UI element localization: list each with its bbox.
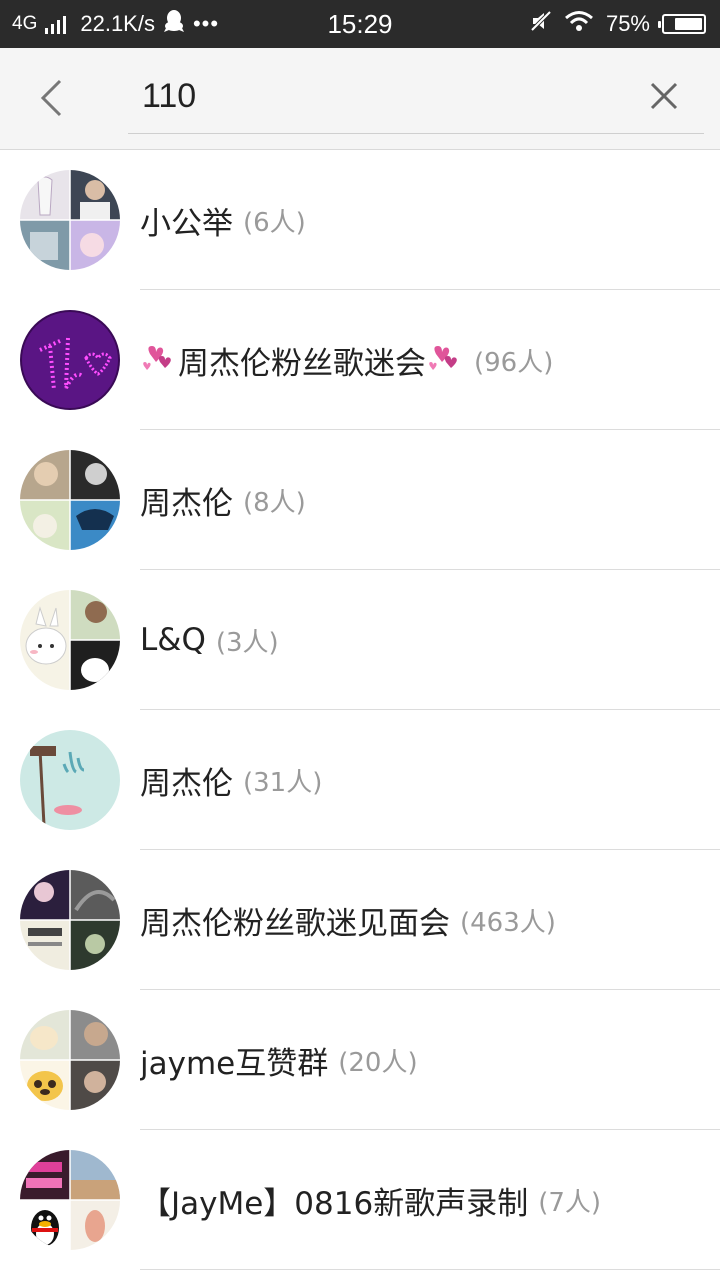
clear-button[interactable]	[642, 74, 686, 118]
network-speed: 22.1K/s	[80, 11, 155, 36]
member-count: (7人)	[538, 1187, 602, 1218]
status-right: 75%	[530, 0, 706, 48]
battery-level	[675, 18, 702, 30]
wifi-icon	[564, 10, 594, 39]
item-text: 周杰伦粉丝歌迷见面会 (463人)	[140, 850, 700, 990]
group-name: jayme互赞群	[140, 1045, 329, 1082]
member-count: (463人)	[460, 907, 556, 938]
list-item[interactable]: L&Q (3人)	[0, 570, 720, 710]
group-name: 周杰伦	[140, 765, 233, 802]
group-name: 小公举	[140, 205, 233, 242]
hearts-icon	[140, 340, 178, 380]
group-name: L&Q	[140, 622, 206, 658]
item-text: 小公举 (6人)	[140, 150, 700, 290]
search-input[interactable]	[142, 68, 622, 124]
member-count: (6人)	[243, 207, 306, 238]
status-left: 4G 22.1K/s •••	[12, 0, 219, 48]
item-text: 周杰伦 (8人)	[140, 430, 700, 570]
group-results-list: 小公举 (6人) 周杰伦粉丝歌迷会 (96人) 周杰伦 (8人) L&Q (3人…	[0, 150, 720, 1270]
list-item[interactable]: 周杰伦 (8人)	[0, 430, 720, 570]
avatar	[20, 170, 120, 270]
list-item[interactable]: 小公举 (6人)	[0, 150, 720, 290]
qq-icon	[163, 9, 185, 40]
mute-icon	[530, 10, 552, 39]
avatar	[20, 1150, 120, 1250]
group-name: 周杰伦粉丝歌迷见面会	[140, 905, 450, 942]
battery-percent: 75%	[605, 11, 650, 36]
member-count: (20人)	[338, 1047, 418, 1078]
hearts-icon	[426, 340, 464, 380]
avatar	[20, 450, 120, 550]
chevron-left-icon	[40, 79, 62, 117]
avatar	[20, 870, 120, 970]
avatar	[20, 1010, 120, 1110]
member-count: (96人)	[474, 347, 554, 378]
list-item[interactable]: 周杰伦粉丝歌迷见面会 (463人)	[0, 850, 720, 990]
member-count: (31人)	[243, 767, 323, 798]
list-item[interactable]: 周杰伦 (31人)	[0, 710, 720, 850]
group-name: 周杰伦粉丝歌迷会	[178, 345, 426, 382]
battery-icon	[658, 14, 706, 34]
status-bar: 4G 22.1K/s ••• 15:29 75%	[0, 0, 720, 48]
group-name: 【JayMe】0816新歌声录制	[140, 1185, 529, 1222]
search-box	[128, 68, 704, 134]
member-count: (3人)	[215, 627, 279, 658]
list-item[interactable]: jayme互赞群 (20人)	[0, 990, 720, 1130]
avatar	[20, 730, 120, 830]
member-count: (8人)	[243, 487, 306, 518]
item-text: 周杰伦粉丝歌迷会 (96人)	[140, 290, 700, 430]
list-item[interactable]: 【JayMe】0816新歌声录制 (7人)	[0, 1130, 720, 1270]
signal-icon	[45, 14, 67, 34]
close-icon	[650, 82, 678, 110]
item-text: 【JayMe】0816新歌声录制 (7人)	[140, 1130, 700, 1270]
more-notifications-icon: •••	[192, 11, 220, 36]
search-header	[0, 48, 720, 150]
item-text: 周杰伦 (31人)	[140, 710, 700, 850]
item-text: jayme互赞群 (20人)	[140, 990, 700, 1130]
avatar	[20, 590, 120, 690]
group-name: 周杰伦	[140, 485, 233, 522]
avatar	[20, 310, 120, 410]
network-type: 4G	[12, 13, 38, 34]
item-text: L&Q (3人)	[140, 570, 700, 710]
back-button[interactable]	[24, 72, 80, 124]
list-item[interactable]: 周杰伦粉丝歌迷会 (96人)	[0, 290, 720, 430]
